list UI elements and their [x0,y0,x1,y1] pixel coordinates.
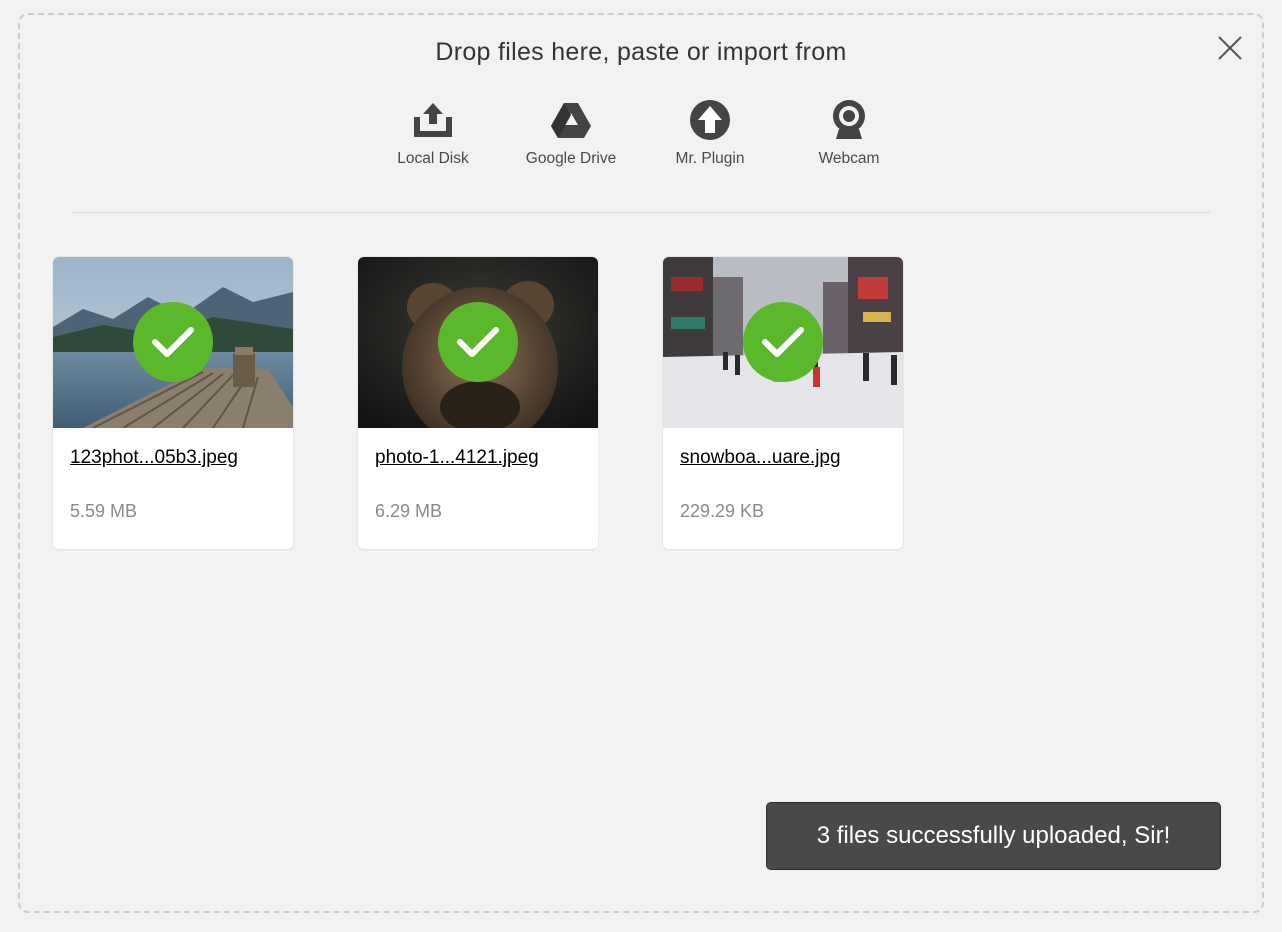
source-label: Local Disk [397,150,469,167]
source-local-disk[interactable]: Local Disk [373,98,493,168]
file-size: 229.29 KB [680,501,765,521]
upload-arrow-icon [688,98,732,142]
upload-complete-icon [133,302,213,382]
file-thumbnail [358,257,598,428]
webcam-icon [827,98,871,142]
file-card[interactable]: 123phot...05b3.jpeg 5.59 MB [53,257,293,549]
local-disk-icon [411,98,455,142]
file-name-link[interactable]: snowboa...uare.jpg [680,446,855,470]
dropzone-title: Drop files here, paste or import from [435,38,847,66]
source-webcam[interactable]: Webcam [789,98,909,168]
file-size: 6.29 MB [375,501,443,521]
file-name-link[interactable]: 123phot...05b3.jpeg [70,446,245,470]
file-thumbnail [663,257,903,428]
source-label: Mr. Plugin [675,150,745,167]
file-card[interactable]: photo-1...4121.jpeg 6.29 MB [358,257,598,549]
source-label: Webcam [818,150,880,167]
divider [72,212,1210,213]
file-size: 5.59 MB [70,501,138,521]
source-google-drive[interactable]: Google Drive [511,98,631,168]
upload-complete-icon [438,302,518,382]
source-mr-plugin[interactable]: Mr. Plugin [650,98,770,168]
file-thumbnail [53,257,293,428]
google-drive-icon [549,98,593,142]
file-card[interactable]: snowboa...uare.jpg 229.29 KB [663,257,903,549]
file-name-link[interactable]: photo-1...4121.jpeg [375,446,550,470]
source-label: Google Drive [525,150,617,167]
upload-complete-icon [743,302,823,382]
upload-success-toast: 3 files successfully uploaded, Sir! [766,802,1221,870]
